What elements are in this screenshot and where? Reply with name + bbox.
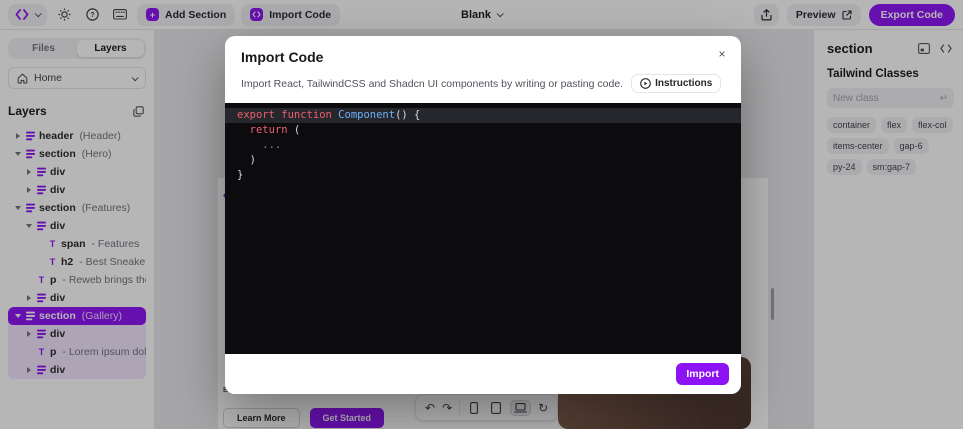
code-line: } [237,169,244,181]
code-line: ) [237,154,256,166]
close-icon[interactable]: × [713,45,731,63]
modal-title: Import Code [241,49,324,65]
instructions-button[interactable]: Instructions [631,74,722,93]
import-code-modal: Import Code × Import React, TailwindCSS … [225,36,741,394]
code-line: export function Component() { [225,108,741,123]
app-root: ? + Add Section Import Code Blank Previe… [0,0,963,429]
modal-description: Import React, TailwindCSS and Shadcn UI … [241,77,624,90]
play-circle-icon [640,78,651,89]
code-line: return ( [249,124,301,136]
code-editor[interactable]: export function Component() { return ( .… [225,103,741,354]
import-button[interactable]: Import [676,363,729,385]
code-line: ... [237,139,282,151]
instructions-label: Instructions [655,78,713,89]
